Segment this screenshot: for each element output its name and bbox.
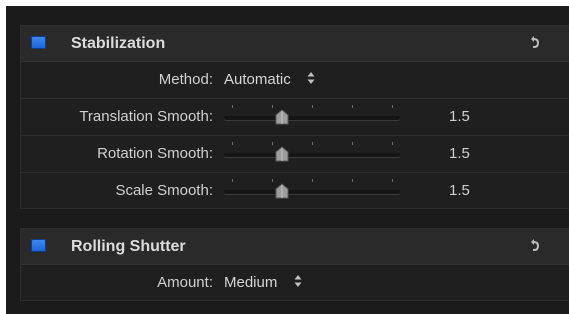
slider-thumb[interactable]	[274, 146, 290, 162]
rotation-smooth-label: Rotation Smooth:	[97, 145, 213, 162]
slider-tick	[312, 179, 313, 182]
slider-tick	[312, 142, 313, 145]
translation-smooth-value[interactable]: 1.5	[449, 99, 470, 135]
slider-track	[224, 153, 400, 157]
method-popup[interactable]: Automatic	[224, 62, 315, 98]
amount-row: Amount: Medium	[21, 265, 569, 301]
slider-tick	[272, 142, 273, 145]
scale-smooth-label: Scale Smooth:	[115, 182, 213, 199]
section-title: Rolling Shutter	[71, 238, 186, 255]
slider-tick	[232, 179, 233, 182]
rolling-shutter-enable-checkbox[interactable]	[31, 239, 46, 252]
slider-tick	[352, 179, 353, 182]
section-title: Stabilization	[71, 35, 166, 52]
scale-smooth-slider[interactable]	[224, 173, 400, 209]
reset-arrow-icon[interactable]	[524, 34, 544, 54]
slider-tick	[392, 105, 393, 108]
reset-arrow-icon[interactable]	[524, 237, 544, 257]
slider-thumb[interactable]	[274, 183, 290, 199]
scale-smooth-value[interactable]: 1.5	[449, 173, 470, 209]
slider-tick	[352, 105, 353, 108]
slider-tick	[232, 142, 233, 145]
rolling-shutter-header[interactable]: Rolling Shutter	[21, 229, 569, 265]
method-value: Automatic	[224, 71, 291, 88]
slider-tick	[232, 105, 233, 108]
amount-label: Amount:	[157, 274, 213, 291]
rotation-smooth-row: Rotation Smooth: 1.5	[21, 136, 569, 173]
amount-popup[interactable]: Medium	[224, 265, 302, 301]
slider-track	[224, 190, 400, 194]
slider-tick	[352, 142, 353, 145]
slider-track	[224, 116, 400, 120]
popup-stepper-icon	[307, 72, 315, 85]
slider-tick	[272, 179, 273, 182]
slider-tick	[392, 142, 393, 145]
stabilization-header[interactable]: Stabilization	[21, 26, 569, 62]
method-label: Method:	[158, 71, 213, 88]
slider-thumb[interactable]	[274, 109, 290, 125]
rotation-smooth-slider[interactable]	[224, 136, 400, 172]
method-row: Method: Automatic	[21, 62, 569, 99]
translation-smooth-row: Translation Smooth: 1.5	[21, 99, 569, 136]
stabilization-section: Stabilization Method: Automatic Translat…	[20, 25, 569, 209]
popup-stepper-icon	[294, 275, 302, 288]
scale-smooth-row: Scale Smooth: 1.5	[21, 173, 569, 209]
translation-smooth-slider[interactable]	[224, 99, 400, 135]
slider-tick	[272, 105, 273, 108]
rotation-smooth-value[interactable]: 1.5	[449, 136, 470, 172]
slider-tick	[392, 179, 393, 182]
slider-tick	[312, 105, 313, 108]
amount-value: Medium	[224, 274, 278, 291]
rolling-shutter-section: Rolling Shutter Amount: Medium	[20, 228, 569, 301]
stabilization-enable-checkbox[interactable]	[31, 36, 46, 49]
translation-smooth-label: Translation Smooth:	[79, 108, 213, 125]
